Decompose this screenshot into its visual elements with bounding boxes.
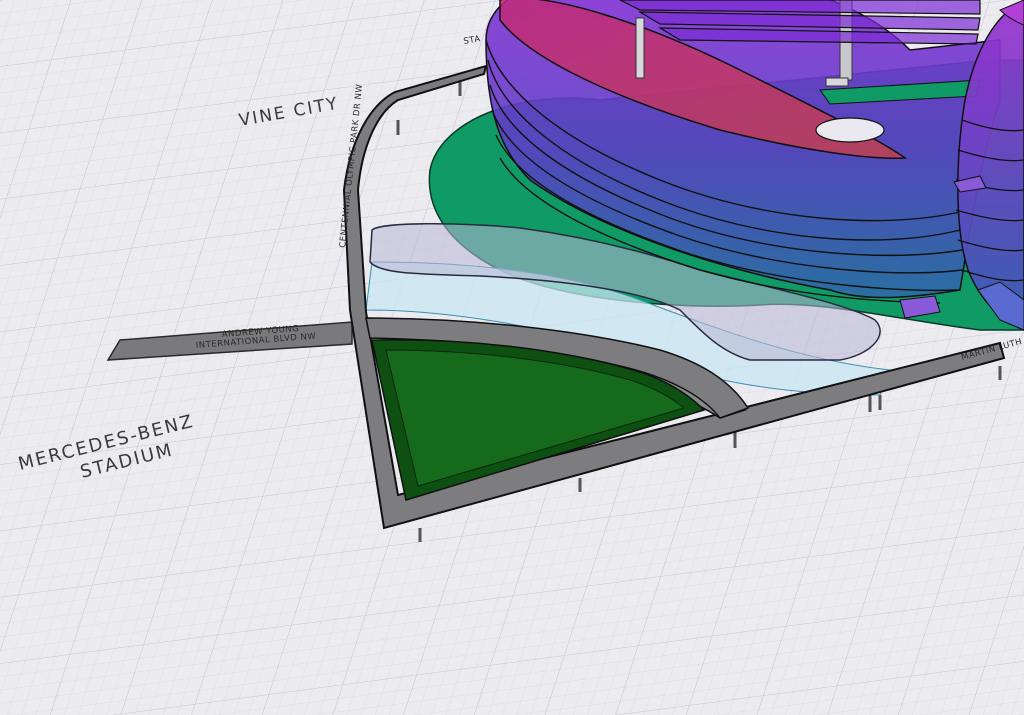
park-3d-model: ANDREW YOUNG INTERNATIONAL BLVD NW MARTI… [0, 0, 1024, 715]
map-canvas: ANDREW YOUNG INTERNATIONAL BLVD NW MARTI… [0, 0, 1024, 715]
